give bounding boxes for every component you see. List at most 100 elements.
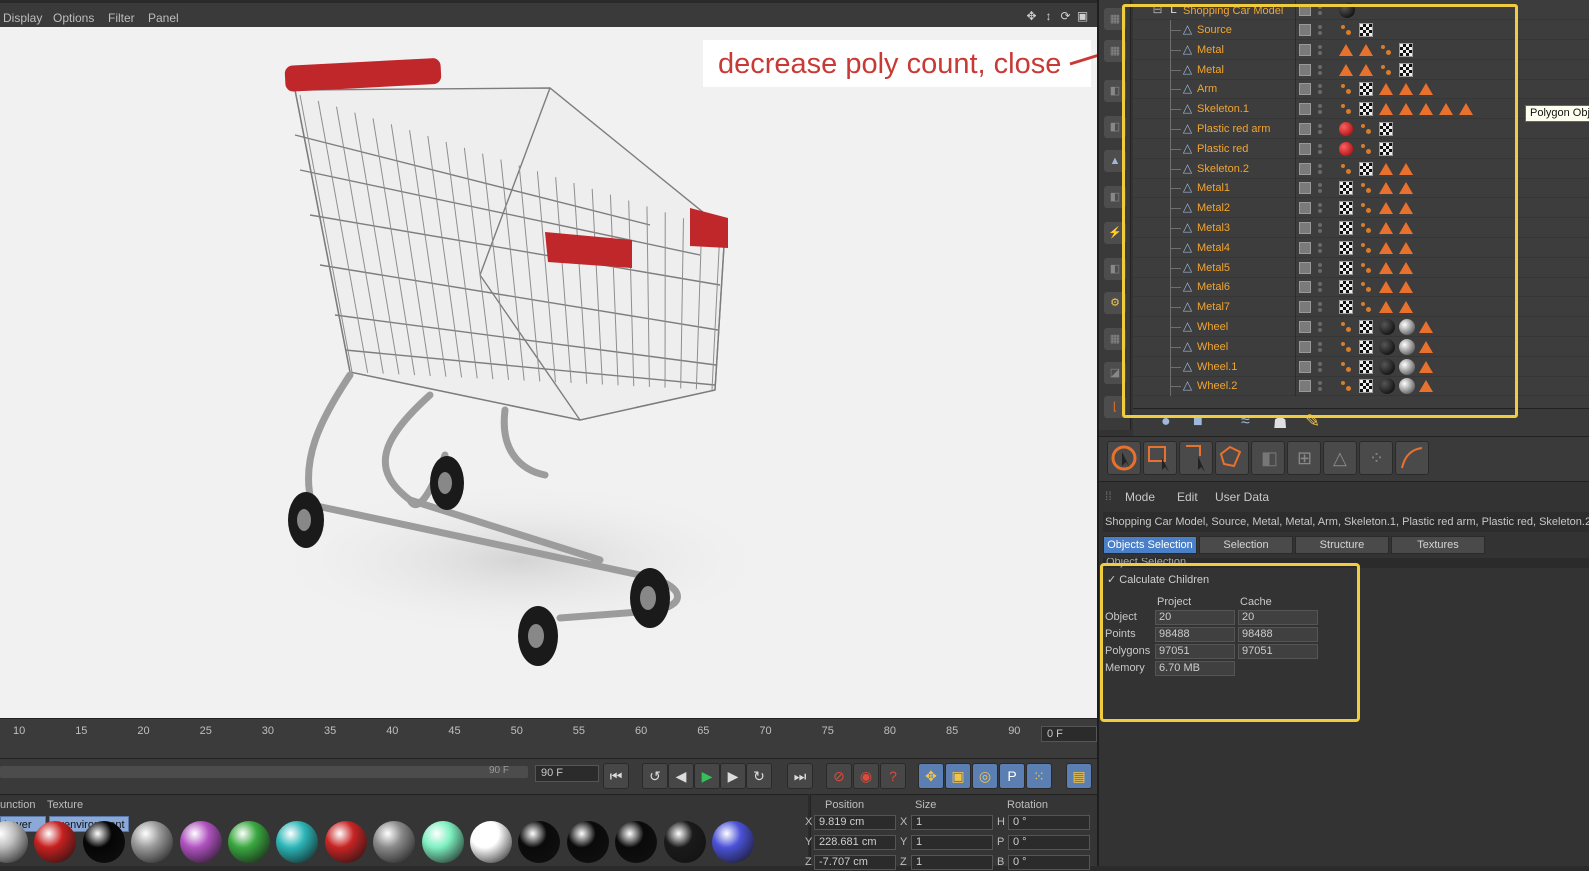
render-dots-icon[interactable] xyxy=(1318,122,1322,136)
grid-icon[interactable]: ▦ xyxy=(1104,328,1126,350)
phong-tag-icon[interactable] xyxy=(1339,162,1353,176)
menu-function[interactable]: unction xyxy=(0,799,35,811)
material-swatch[interactable] xyxy=(664,821,706,863)
object-row[interactable]: △Metal6 xyxy=(1133,277,1589,297)
play-button[interactable]: ▶ xyxy=(694,763,720,789)
workplane-mode-button[interactable]: △ xyxy=(1323,441,1357,475)
check-tag-icon[interactable] xyxy=(1339,300,1353,314)
render-dots-icon[interactable] xyxy=(1318,181,1322,195)
tool-icon[interactable]: ▦ xyxy=(1104,40,1126,62)
check-tag-icon[interactable] xyxy=(1399,43,1413,57)
check-tag-icon[interactable] xyxy=(1339,241,1353,255)
render-dots-icon[interactable] xyxy=(1318,23,1322,37)
timeline-window-button[interactable]: ▤ xyxy=(1066,763,1092,789)
visibility-toggle[interactable] xyxy=(1299,103,1311,115)
render-dots-icon[interactable] xyxy=(1318,261,1322,275)
tri-tag-icon[interactable] xyxy=(1399,163,1413,175)
visibility-toggle[interactable] xyxy=(1299,64,1311,76)
check-tag-icon[interactable] xyxy=(1359,162,1373,176)
workplane-icon[interactable]: ◪ xyxy=(1104,362,1126,384)
render-dots-icon[interactable] xyxy=(1318,241,1322,255)
check-tag-icon[interactable] xyxy=(1339,201,1353,215)
tri-tag-icon[interactable] xyxy=(1379,262,1393,274)
render-dots-icon[interactable] xyxy=(1318,280,1322,294)
visibility-toggle[interactable] xyxy=(1299,4,1311,16)
tool-icon[interactable]: ▦ xyxy=(1104,8,1126,30)
tri-tag-icon[interactable] xyxy=(1419,103,1433,115)
rotation-b-field[interactable]: 0 ° xyxy=(1008,855,1090,870)
material-swatch[interactable] xyxy=(567,821,609,863)
tri-tag-icon[interactable] xyxy=(1399,83,1413,95)
visibility-toggle[interactable] xyxy=(1299,321,1311,333)
edge-mode-button[interactable] xyxy=(1395,441,1429,475)
ghost-icon[interactable]: ☗ xyxy=(1273,413,1287,433)
material-swatch[interactable] xyxy=(325,821,367,863)
size-x-field[interactable]: 1 xyxy=(911,815,993,830)
render-dots-icon[interactable] xyxy=(1318,379,1322,393)
visibility-toggle[interactable] xyxy=(1299,182,1311,194)
object-row[interactable]: △Wheel.2 xyxy=(1133,376,1589,396)
object-row[interactable]: △Wheel.1 xyxy=(1133,357,1589,377)
record-button[interactable]: ⊘ xyxy=(826,763,852,789)
visibility-toggle[interactable] xyxy=(1299,242,1311,254)
check-tag-icon[interactable] xyxy=(1339,221,1353,235)
object-row[interactable]: △Skeleton.2 xyxy=(1133,159,1589,179)
drag-handle-icon[interactable]: ⁞⁞ xyxy=(1105,489,1112,503)
tri-tag-icon[interactable] xyxy=(1399,242,1413,254)
object-row[interactable]: △Metal xyxy=(1133,60,1589,80)
material-swatch[interactable] xyxy=(422,821,464,863)
material-swatch[interactable] xyxy=(34,821,76,863)
chrome-tag-icon[interactable] xyxy=(1399,378,1415,394)
phong-tag-icon[interactable] xyxy=(1339,23,1353,37)
red-tag-icon[interactable] xyxy=(1339,122,1353,136)
cube-icon[interactable]: ■ xyxy=(1193,413,1203,431)
next-frame-button[interactable]: ▶ xyxy=(720,763,746,789)
black-tag-icon[interactable] xyxy=(1379,339,1395,355)
position-y-field[interactable]: 228.681 cm xyxy=(814,835,896,850)
check-tag-icon[interactable] xyxy=(1359,360,1373,374)
phong-tag-icon[interactable] xyxy=(1359,122,1373,136)
tri-tag-icon[interactable] xyxy=(1379,83,1393,95)
calculate-children-checkbox[interactable]: ✓ Calculate Children xyxy=(1107,573,1209,586)
phong-tag-icon[interactable] xyxy=(1359,201,1373,215)
visibility-toggle[interactable] xyxy=(1299,380,1311,392)
model-mode-button[interactable]: ◧ xyxy=(1251,441,1285,475)
object-row[interactable]: △Metal4 xyxy=(1133,238,1589,258)
render-dots-icon[interactable] xyxy=(1318,43,1322,57)
check-tag-icon[interactable] xyxy=(1339,181,1353,195)
visibility-toggle[interactable] xyxy=(1299,123,1311,135)
tab-textures[interactable]: Textures xyxy=(1391,536,1485,554)
tri-tag-icon[interactable] xyxy=(1379,281,1393,293)
preview-range-slider[interactable] xyxy=(0,766,528,778)
material-swatch[interactable] xyxy=(83,821,125,863)
tri-tag-icon[interactable] xyxy=(1339,64,1353,76)
tri-tag-icon[interactable] xyxy=(1419,321,1433,333)
tri-tag-icon[interactable] xyxy=(1419,361,1433,373)
tri-tag-icon[interactable] xyxy=(1419,341,1433,353)
tab-structure[interactable]: Structure xyxy=(1295,536,1389,554)
pen-tool-icon[interactable]: ✎ xyxy=(1305,411,1320,432)
next-key-button[interactable]: ↻ xyxy=(746,763,772,789)
menu-edit[interactable]: Edit xyxy=(1177,490,1198,504)
tri-tag-icon[interactable] xyxy=(1359,44,1373,56)
material-swatch[interactable] xyxy=(470,821,512,863)
phong-tag-icon[interactable] xyxy=(1339,320,1353,334)
object-row[interactable]: △Plastic red xyxy=(1133,139,1589,159)
render-dots-icon[interactable] xyxy=(1318,102,1322,116)
object-row-root[interactable]: ⊟ L Shopping Car Model xyxy=(1133,0,1589,20)
snap-icon[interactable]: ⚡ xyxy=(1104,222,1126,244)
menu-options[interactable]: Options xyxy=(53,11,94,25)
phong-tag-icon[interactable] xyxy=(1339,340,1353,354)
check-tag-icon[interactable] xyxy=(1359,320,1373,334)
phong-tag-icon[interactable] xyxy=(1359,300,1373,314)
tri-tag-icon[interactable] xyxy=(1379,242,1393,254)
texture-mode-button[interactable]: ⊞ xyxy=(1287,441,1321,475)
render-dots-icon[interactable] xyxy=(1318,340,1322,354)
position-z-field[interactable]: -7.707 cm xyxy=(814,855,896,870)
tri-tag-icon[interactable] xyxy=(1379,103,1393,115)
material-swatch[interactable] xyxy=(131,821,173,863)
render-dots-icon[interactable] xyxy=(1318,300,1322,314)
hair-icon[interactable]: ≈ xyxy=(1241,413,1250,431)
chrome-tag-icon[interactable] xyxy=(1399,339,1415,355)
key-scale-button[interactable]: ▣ xyxy=(945,763,971,789)
